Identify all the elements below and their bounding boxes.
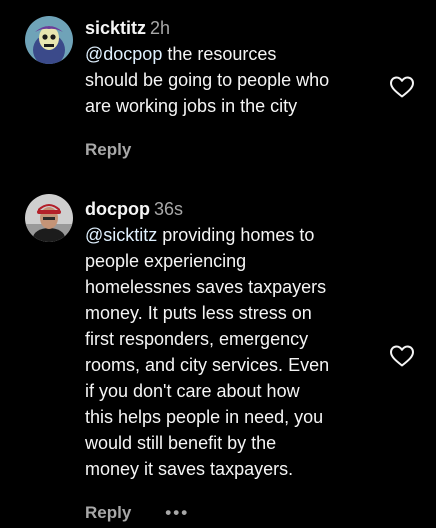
heart-outline-icon[interactable] <box>389 344 415 368</box>
comment-text: @docpop the resources should be going to… <box>85 41 385 119</box>
person-photo-avatar-icon[interactable] <box>25 194 73 242</box>
comment-text-line: are working jobs in the city <box>85 96 298 116</box>
comment-text-line: money it saves taxpayers. <box>85 459 294 479</box>
comment-text-line: this helps people in need, you <box>85 407 324 427</box>
heart-outline-icon[interactable] <box>389 75 415 99</box>
comment-text-line: rooms, and city services. Even <box>85 355 330 375</box>
comment-text-line: if you don't care about how <box>85 381 300 401</box>
comment-text: @sicktitz providing homes to people expe… <box>85 222 385 482</box>
mention-link[interactable]: @sicktitz <box>85 225 157 245</box>
more-options-icon[interactable]: ••• <box>165 503 189 523</box>
comment-text-line: the resources <box>162 44 277 64</box>
skeletor-avatar-icon[interactable] <box>25 16 73 64</box>
comment-username[interactable]: sicktitz <box>85 18 146 38</box>
comment-text-line: would still benefit by the <box>85 433 277 453</box>
comment-username[interactable]: docpop <box>85 199 150 219</box>
comment-text-line: money. It puts less stress on <box>85 303 312 323</box>
reply-button[interactable]: Reply <box>85 140 131 159</box>
comment-sicktitz: sicktitz 2h @docpop the resources should … <box>0 0 436 170</box>
comment-timestamp: 2h <box>150 18 171 38</box>
comment-text-line: providing homes to <box>157 225 315 245</box>
reply-button[interactable]: Reply <box>85 503 131 522</box>
comment-text-line: should be going to people who <box>85 70 330 90</box>
comment-text-line: first responders, emergency <box>85 329 309 349</box>
mention-link[interactable]: @docpop <box>85 44 162 64</box>
comment-timestamp: 36s <box>154 199 184 219</box>
comment-text-line: people experiencing <box>85 251 247 271</box>
comment-text-line: homelessnes saves taxpayers <box>85 277 327 297</box>
comment-docpop: docpop 36s @sicktitz providing homes to p… <box>0 180 436 528</box>
